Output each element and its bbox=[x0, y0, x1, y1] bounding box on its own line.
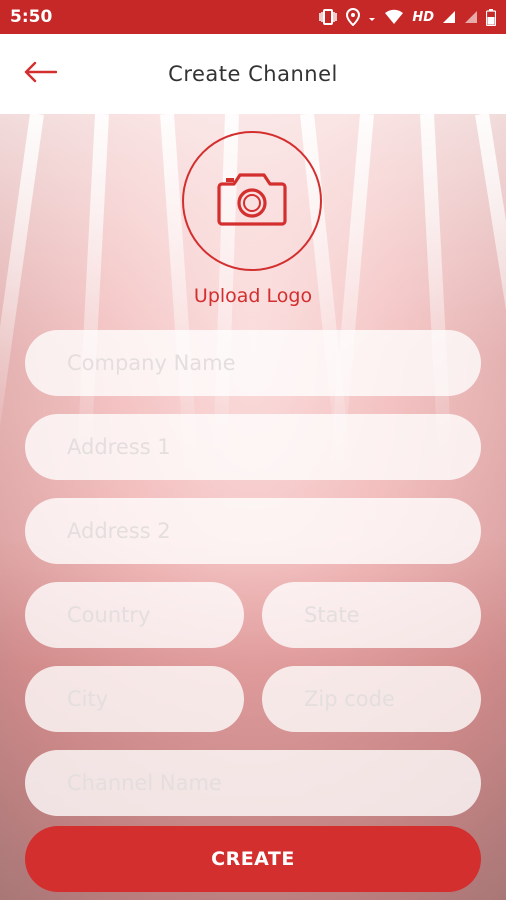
status-icons: HD bbox=[318, 8, 496, 26]
status-time: 5:50 bbox=[10, 7, 53, 27]
cell-signal-2-icon bbox=[464, 10, 478, 24]
app-bar: Create Channel bbox=[0, 34, 506, 114]
cell-signal-icon bbox=[442, 10, 456, 24]
zip-code-input[interactable] bbox=[262, 666, 481, 732]
upload-logo-button[interactable] bbox=[182, 131, 322, 271]
wifi-icon bbox=[384, 9, 404, 25]
battery-icon bbox=[486, 8, 496, 26]
address1-input[interactable] bbox=[25, 414, 481, 480]
upload-logo-label[interactable]: Upload Logo bbox=[0, 285, 506, 307]
page-title: Create Channel bbox=[168, 62, 338, 86]
create-button[interactable]: CREATE bbox=[25, 826, 481, 892]
location-icon bbox=[346, 8, 361, 26]
vibrate-icon bbox=[318, 9, 338, 25]
state-input[interactable] bbox=[262, 582, 481, 648]
arrow-left-icon bbox=[23, 61, 58, 87]
address2-input[interactable] bbox=[25, 498, 481, 564]
status-bar: 5:50 HD bbox=[0, 0, 506, 34]
city-input[interactable] bbox=[25, 666, 244, 732]
country-input[interactable] bbox=[25, 582, 244, 648]
back-button[interactable] bbox=[22, 58, 58, 90]
camera-icon bbox=[216, 170, 288, 232]
network-type-label: HD bbox=[412, 9, 434, 25]
signal-arrows-icon bbox=[368, 12, 376, 22]
channel-name-input[interactable] bbox=[25, 750, 481, 816]
company-name-input[interactable] bbox=[25, 330, 481, 396]
